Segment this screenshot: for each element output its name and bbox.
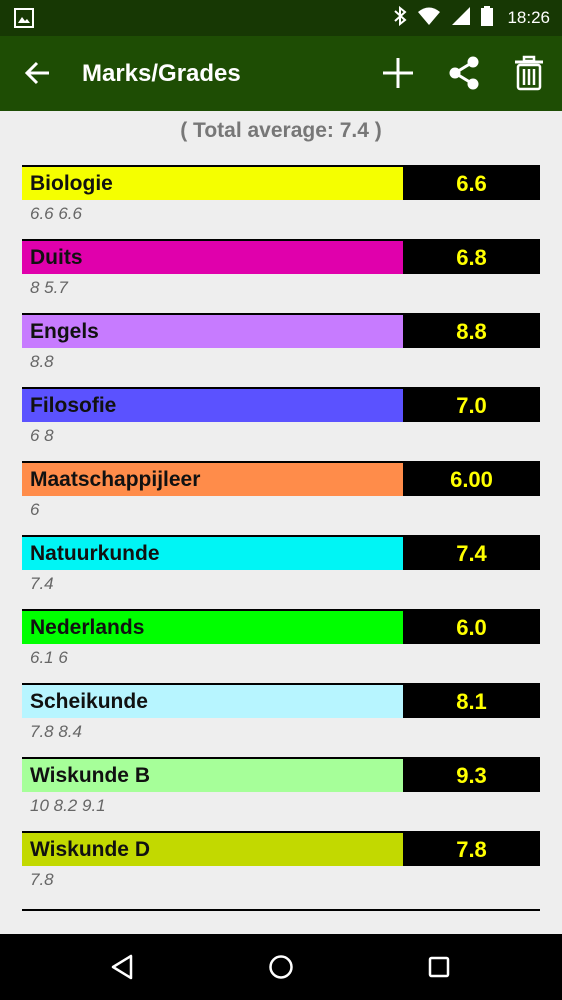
subject-bar[interactable]: Wiskunde B 9.3 (22, 757, 540, 792)
subject-marks: 7.8 8.4 (30, 722, 82, 741)
status-bar: 18:26 (0, 0, 562, 36)
subject-name: Maatschappijleer (22, 463, 403, 496)
subject-marks: 6 8 (30, 426, 54, 445)
subject-marks: 6 (30, 500, 40, 519)
total-average: ( Total average: 7.4 ) (180, 119, 382, 142)
subject-marks: 8 5.7 (30, 278, 68, 297)
subject-average: 6.0 (403, 611, 540, 644)
grades-list-container[interactable]: ( Total average: 7.4 ) Biologie 6.6 6.6 … (0, 111, 562, 934)
subject-name: Scheikunde (22, 685, 403, 718)
home-circle-icon[interactable] (265, 951, 297, 983)
subject-bar[interactable]: Duits 6.8 (22, 239, 540, 274)
subject-bar[interactable]: Scheikunde 8.1 (22, 683, 540, 718)
gallery-notification-icon (14, 8, 34, 33)
subject-item-8[interactable]: Scheikunde 8.1 7.8 8.4 (22, 683, 540, 757)
subject-average: 7.8 (403, 833, 540, 866)
subject-item-3[interactable]: Engels 8.8 8.8 (22, 313, 540, 387)
status-time: 18:26 (507, 8, 550, 27)
subject-average: 7.4 (403, 537, 540, 570)
list-divider (22, 909, 540, 911)
subject-average: 9.3 (403, 759, 540, 792)
subject-item-2[interactable]: Duits 6.8 8 5.7 (22, 239, 540, 313)
subject-item-10[interactable]: Wiskunde D 7.8 7.8 (22, 831, 540, 905)
subject-name: Natuurkunde (22, 537, 403, 570)
subject-bar[interactable]: Engels 8.8 (22, 313, 540, 348)
bluetooth-icon (393, 5, 407, 31)
subject-item-5[interactable]: Maatschappijleer 6.00 6 (22, 461, 540, 535)
wifi-icon (417, 6, 441, 31)
subject-marks: 6.6 6.6 (30, 204, 82, 223)
subject-average: 8.8 (403, 315, 540, 348)
subject-item-9[interactable]: Wiskunde B 9.3 10 8.2 9.1 (22, 757, 540, 831)
subject-marks: 6.1 6 (30, 648, 68, 667)
subject-bar[interactable]: Maatschappijleer 6.00 (22, 461, 540, 496)
subject-bar[interactable]: Natuurkunde 7.4 (22, 535, 540, 570)
subject-name: Wiskunde D (22, 833, 403, 866)
subject-average: 6.6 (403, 167, 540, 200)
share-icon[interactable] (445, 54, 483, 92)
subject-average: 6.00 (403, 463, 540, 496)
subject-name: Filosofie (22, 389, 403, 422)
subject-marks: 7.4 (30, 574, 54, 593)
subject-marks: 8.8 (30, 352, 54, 371)
subject-average: 7.0 (403, 389, 540, 422)
subject-name: Wiskunde B (22, 759, 403, 792)
subject-name: Nederlands (22, 611, 403, 644)
navigation-bar (0, 934, 562, 1000)
battery-icon (481, 5, 494, 31)
subject-item-7[interactable]: Nederlands 6.0 6.1 6 (22, 609, 540, 683)
subject-bar[interactable]: Nederlands 6.0 (22, 609, 540, 644)
plus-icon[interactable] (379, 54, 417, 92)
subject-average: 6.8 (403, 241, 540, 274)
back-triangle-icon[interactable] (107, 951, 139, 983)
subject-average: 8.1 (403, 685, 540, 718)
subject-name: Biologie (22, 167, 403, 200)
subject-marks: 7.8 (30, 870, 54, 889)
app-bar: Marks/Grades (0, 36, 562, 111)
subject-name: Engels (22, 315, 403, 348)
trash-icon[interactable] (510, 54, 548, 92)
subject-item-4[interactable]: Filosofie 7.0 6 8 (22, 387, 540, 461)
subject-marks: 10 8.2 9.1 (30, 796, 106, 815)
arrow-left-icon[interactable] (22, 57, 54, 89)
subject-bar[interactable]: Filosofie 7.0 (22, 387, 540, 422)
subject-list: Biologie 6.6 6.6 6.6 Duits 6.8 8 5.7 Eng… (22, 165, 540, 905)
subject-item-1[interactable]: Biologie 6.6 6.6 6.6 (22, 165, 540, 239)
subject-bar[interactable]: Biologie 6.6 (22, 165, 540, 200)
subject-bar[interactable]: Wiskunde D 7.8 (22, 831, 540, 866)
subject-item-6[interactable]: Natuurkunde 7.4 7.4 (22, 535, 540, 609)
cell-signal-icon (451, 6, 471, 31)
page-title: Marks/Grades (82, 60, 241, 87)
recents-square-icon[interactable] (423, 951, 455, 983)
subject-name: Duits (22, 241, 403, 274)
